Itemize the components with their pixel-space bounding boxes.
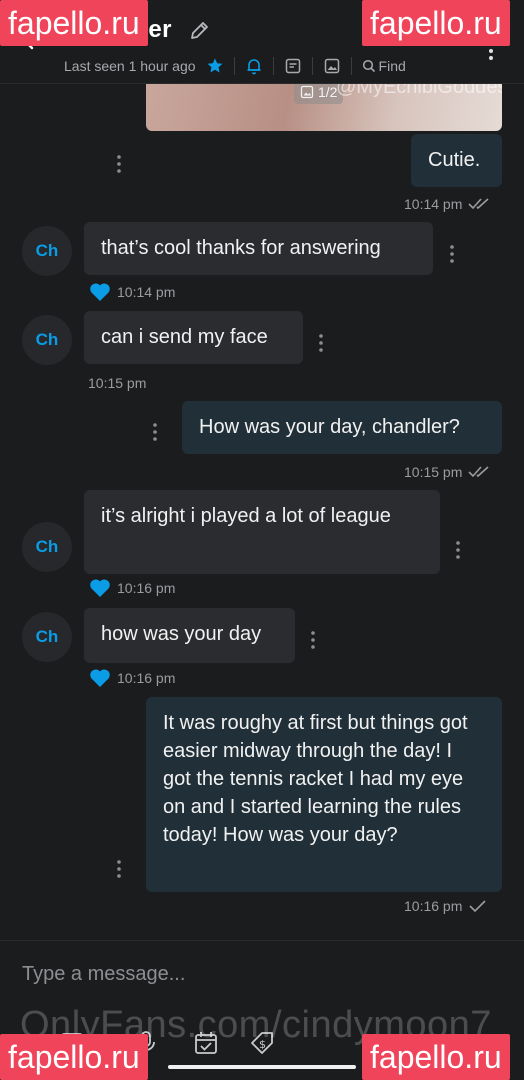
message-meta: 10:16 pm: [89, 578, 175, 598]
toolbar-divider: [233, 57, 235, 75]
heart-icon[interactable]: [89, 668, 111, 688]
media-watermark-username: @MyEchibiGoddess7: [336, 84, 502, 98]
avatar[interactable]: Ch: [22, 522, 72, 572]
message-options-icon[interactable]: [309, 630, 317, 650]
message-time: 10:14 pm: [117, 284, 176, 300]
message-meta: 10:14 pm: [404, 196, 494, 212]
message-bubble-outgoing[interactable]: It was roughy at first but things got ea…: [146, 697, 502, 892]
heart-icon[interactable]: [89, 578, 111, 598]
message-bubble-incoming[interactable]: that’s cool thanks for answering: [84, 222, 433, 275]
edit-pencil-icon[interactable]: [188, 20, 210, 42]
double-check-icon: [468, 466, 489, 478]
message-list[interactable]: 1/2 @MyEchibiGoddess7 Cutie. 10:14 pm Ch…: [0, 84, 524, 940]
media-preview[interactable]: 1/2 @MyEchibiGoddess7: [146, 84, 502, 131]
message-options-icon[interactable]: [115, 859, 123, 879]
avatar[interactable]: Ch: [22, 612, 72, 662]
message-options-icon[interactable]: [317, 333, 325, 353]
search-icon: [362, 59, 375, 73]
last-seen-status: Last seen 1 hour ago: [64, 58, 196, 74]
message-options-icon[interactable]: [115, 154, 123, 174]
message-time: 10:15 pm: [88, 375, 147, 391]
toolbar-divider: [311, 57, 313, 75]
message-time: 10:16 pm: [404, 898, 463, 914]
status-toolbar: Last seen 1 hour ago Find: [64, 56, 406, 76]
message-meta: 10:15 pm: [88, 375, 146, 391]
message-options-icon[interactable]: [151, 422, 159, 442]
message-meta: 10:14 pm: [89, 282, 175, 302]
message-meta: 10:16 pm: [89, 668, 175, 688]
watermark-badge: fapello.ru: [0, 0, 148, 46]
message-meta: 10:15 pm: [404, 464, 494, 480]
heart-icon[interactable]: [89, 282, 111, 302]
message-time: 10:15 pm: [404, 464, 463, 480]
find-label: Find: [378, 58, 406, 74]
watermark-badge: fapello.ru: [362, 0, 510, 46]
double-check-icon: [468, 198, 489, 210]
message-bubble-incoming[interactable]: how was your day: [84, 608, 295, 663]
watermark-badge: fapello.ru: [0, 1034, 148, 1080]
image-icon: [300, 85, 314, 99]
toolbar-divider: [350, 57, 352, 75]
avatar[interactable]: Ch: [22, 315, 72, 365]
toolbar-divider: [272, 57, 274, 75]
message-time: 10:16 pm: [117, 670, 176, 686]
find-button[interactable]: Find: [362, 58, 406, 74]
message-input[interactable]: [22, 959, 492, 989]
avatar[interactable]: Ch: [22, 226, 72, 276]
notes-icon[interactable]: [284, 57, 302, 75]
message-options-icon[interactable]: [454, 540, 462, 560]
message-meta: 10:16 pm: [404, 898, 488, 914]
message-bubble-incoming[interactable]: can i send my face: [84, 311, 303, 364]
message-bubble-outgoing[interactable]: How was your day, chandler?: [182, 401, 502, 454]
home-indicator: [168, 1065, 356, 1069]
gallery-icon[interactable]: [323, 57, 341, 75]
message-time: 10:14 pm: [404, 196, 463, 212]
star-icon[interactable]: [206, 57, 224, 75]
bell-icon[interactable]: [245, 57, 263, 75]
watermark-badge: fapello.ru: [362, 1034, 510, 1080]
check-icon: [469, 900, 486, 913]
message-bubble-outgoing[interactable]: Cutie.: [411, 134, 502, 187]
message-bubble-incoming[interactable]: it’s alright i played a lot of league: [84, 490, 440, 574]
message-options-icon[interactable]: [448, 244, 456, 264]
message-time: 10:16 pm: [117, 580, 176, 596]
